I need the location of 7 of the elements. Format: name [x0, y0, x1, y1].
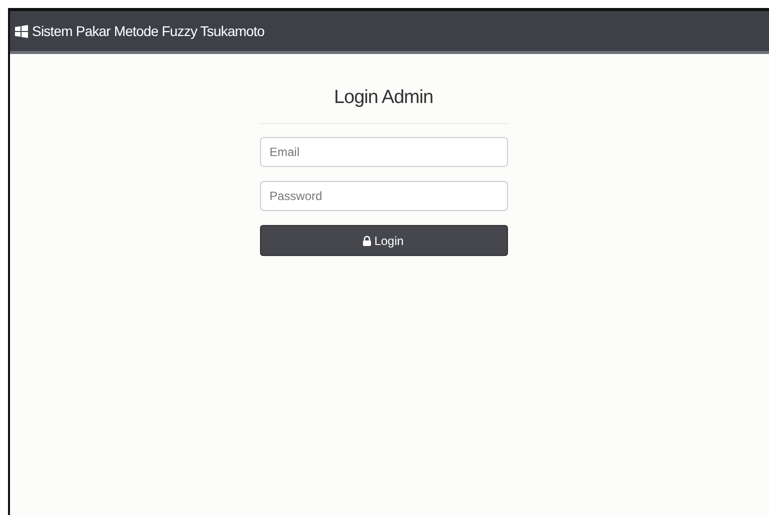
- login-button[interactable]: Login: [260, 225, 508, 256]
- password-field[interactable]: Password: [260, 181, 508, 211]
- login-title: Login Admin: [334, 87, 434, 109]
- email-field[interactable]: Email: [260, 137, 508, 167]
- brand-link[interactable]: Sistem Pakar Metode Fuzzy Tsukamoto: [32, 23, 264, 39]
- lock-icon: [363, 236, 372, 246]
- windows-logo-icon: [15, 24, 28, 38]
